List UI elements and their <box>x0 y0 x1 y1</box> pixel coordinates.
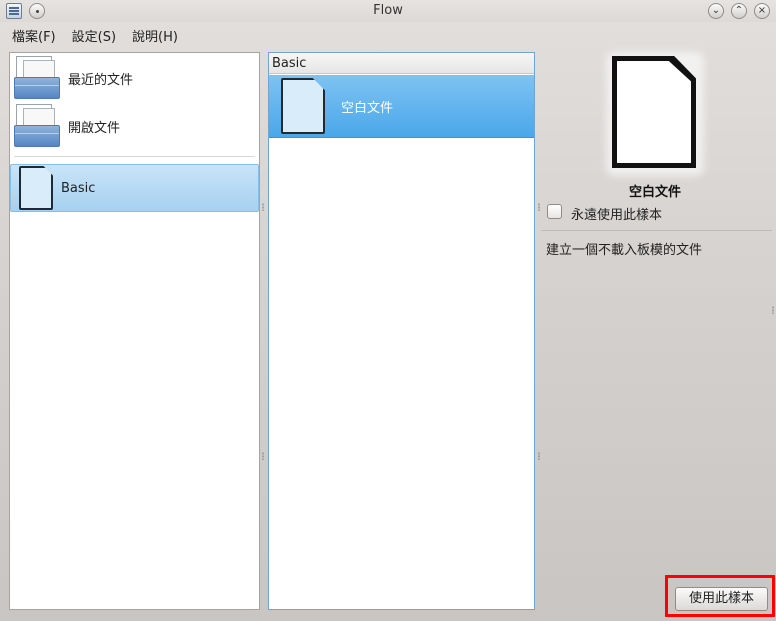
always-use-label[interactable]: 永遠使用此樣本 <box>571 204 662 223</box>
always-use-checkbox[interactable] <box>547 204 562 219</box>
menu-settings[interactable]: 設定(S) <box>64 22 124 46</box>
splitter-handle[interactable] <box>772 306 774 314</box>
flow-startup-window: Flow ⌄ ⌃ × 檔案(F) 設定(S) 說明(H) 最近的文件 開啟文件 <box>0 0 776 621</box>
template-item-label: 空白文件 <box>341 100 394 116</box>
use-template-button[interactable]: 使用此樣本 <box>675 587 768 611</box>
title-bar: Flow ⌄ ⌃ × <box>0 0 776 22</box>
splitter-handle[interactable] <box>538 203 540 211</box>
chevron-up-icon: ⌃ <box>734 5 744 16</box>
divider <box>541 230 772 231</box>
template-item-blank-document[interactable]: 空白文件 <box>269 75 534 138</box>
menu-file[interactable]: 檔案(F) <box>4 22 64 46</box>
splitter-handle[interactable] <box>262 452 264 460</box>
menu-bar: 檔案(F) 設定(S) 說明(H) <box>0 22 776 46</box>
template-group-header: Basic <box>269 53 534 74</box>
minimize-button[interactable]: ⌄ <box>708 3 724 19</box>
list-item-label: Basic <box>61 180 96 196</box>
blank-document-icon <box>612 56 696 168</box>
maximize-button[interactable]: ⌃ <box>731 3 747 19</box>
blank-document-icon <box>281 78 325 134</box>
list-item-label: 最近的文件 <box>68 72 134 88</box>
blank-document-icon <box>19 166 53 210</box>
list-item-recent-documents[interactable]: 最近的文件 <box>10 55 259 101</box>
template-description: 建立一個不載入板模的文件 <box>546 243 703 258</box>
list-item-open-document[interactable]: 開啟文件 <box>10 103 259 149</box>
template-category-list: 最近的文件 開啟文件 Basic <box>9 52 260 610</box>
template-preview <box>606 52 704 176</box>
chevron-down-icon: ⌄ <box>711 5 721 16</box>
template-list: Basic 空白文件 <box>268 52 535 610</box>
close-button[interactable]: × <box>754 3 770 19</box>
splitter-handle[interactable] <box>538 452 540 460</box>
window-title: Flow <box>373 3 403 18</box>
list-item-basic[interactable]: Basic <box>10 164 259 212</box>
open-document-icon <box>14 103 60 149</box>
close-icon: × <box>757 5 767 16</box>
divider <box>14 156 255 157</box>
menu-help[interactable]: 說明(H) <box>124 22 186 46</box>
list-item-label: 開啟文件 <box>68 120 121 136</box>
template-preview-name: 空白文件 <box>628 185 681 200</box>
splitter-handle[interactable] <box>262 203 264 211</box>
recent-documents-icon <box>14 55 60 101</box>
